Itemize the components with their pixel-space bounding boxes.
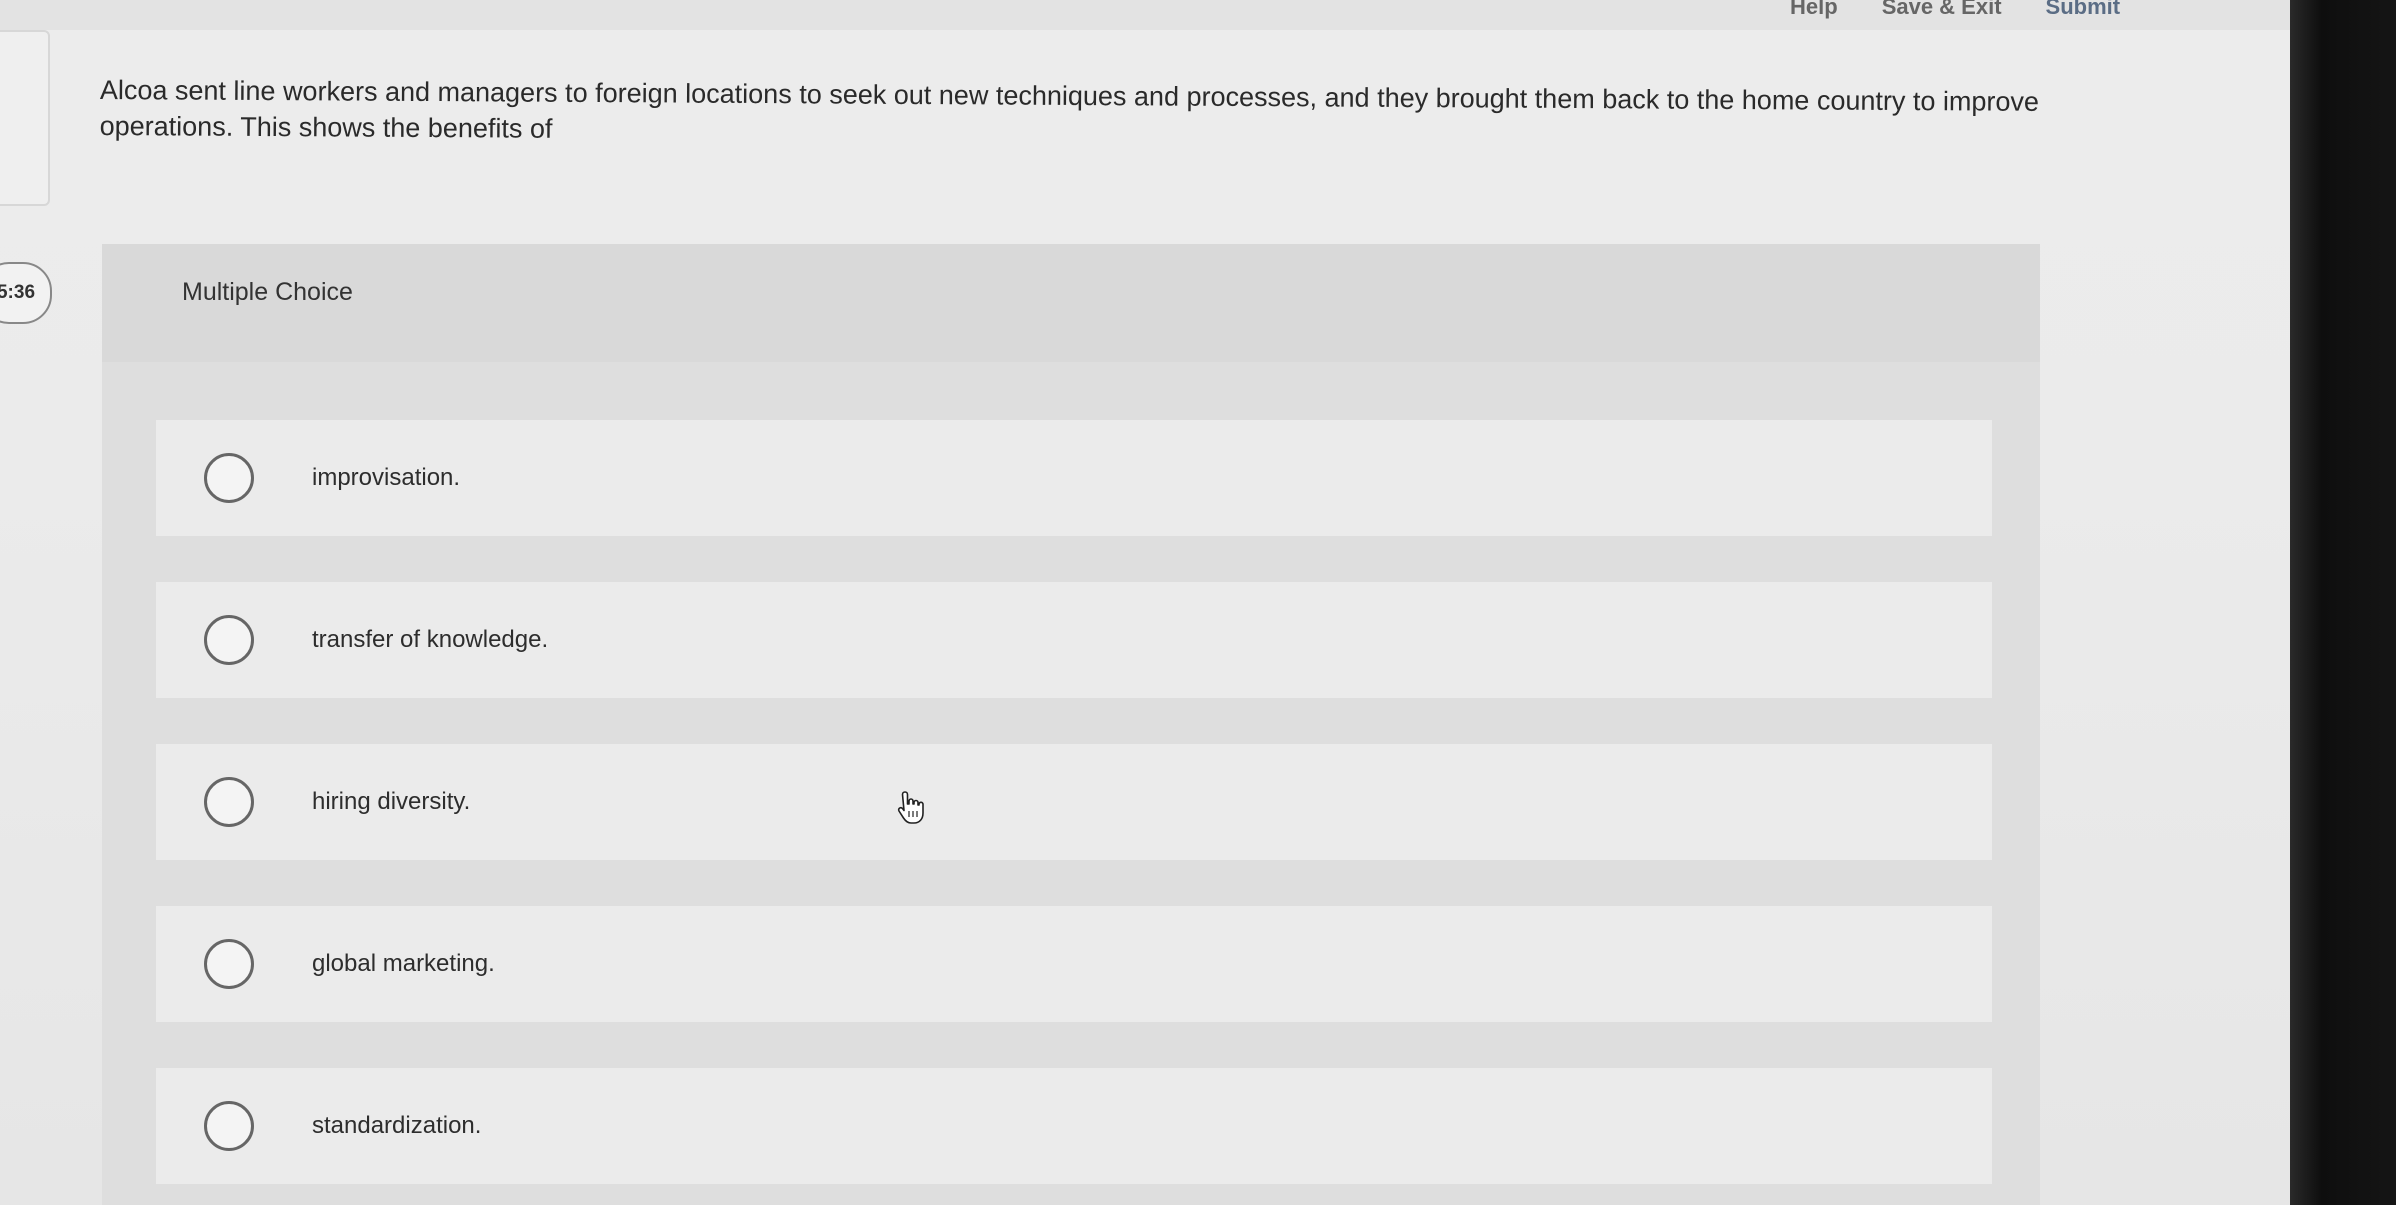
help-link[interactable]: Help xyxy=(1790,0,1838,20)
option-label: hiring diversity. xyxy=(312,788,471,815)
question-type-label: Multiple Choice xyxy=(182,278,353,306)
question-nav-panel[interactable] xyxy=(0,30,50,206)
radio-button[interactable] xyxy=(204,939,254,989)
top-actions: Help Save & Exit Submit xyxy=(1790,0,2120,20)
quiz-screen: Help Save & Exit Submit 5:36 Alcoa sent … xyxy=(0,0,2290,1205)
top-bar: Help Save & Exit Submit xyxy=(0,0,2290,30)
timer-badge: 5:36 xyxy=(0,262,52,324)
hand-pointer-icon xyxy=(897,791,924,824)
timer-text: 5:36 xyxy=(0,282,36,303)
radio-button[interactable] xyxy=(204,777,254,827)
radio-button[interactable] xyxy=(204,615,254,665)
multiple-choice-card: Multiple Choice improvisation. transfer … xyxy=(102,244,2040,1205)
option-label: improvisation. xyxy=(312,464,461,491)
options-list: improvisation. transfer of knowledge. hi… xyxy=(156,420,1992,1205)
choice-header: Multiple Choice xyxy=(102,244,2040,362)
save-exit-link[interactable]: Save & Exit xyxy=(1882,0,2002,20)
option-label: transfer of knowledge. xyxy=(312,626,549,653)
radio-button[interactable] xyxy=(204,1101,254,1151)
answer-option[interactable]: hiring diversity. xyxy=(156,744,1992,860)
radio-button[interactable] xyxy=(204,453,254,503)
monitor-bezel xyxy=(2290,0,2396,1205)
option-label: standardization. xyxy=(312,1112,482,1139)
question-text: Alcoa sent line workers and managers to … xyxy=(99,74,2040,144)
submit-button[interactable]: Submit xyxy=(2046,0,2121,20)
answer-option[interactable]: transfer of knowledge. xyxy=(156,582,1992,698)
answer-option[interactable]: improvisation. xyxy=(156,420,1992,536)
answer-option[interactable]: standardization. xyxy=(156,1068,1992,1184)
answer-option[interactable]: global marketing. xyxy=(156,906,1992,1022)
option-label: global marketing. xyxy=(312,950,495,977)
